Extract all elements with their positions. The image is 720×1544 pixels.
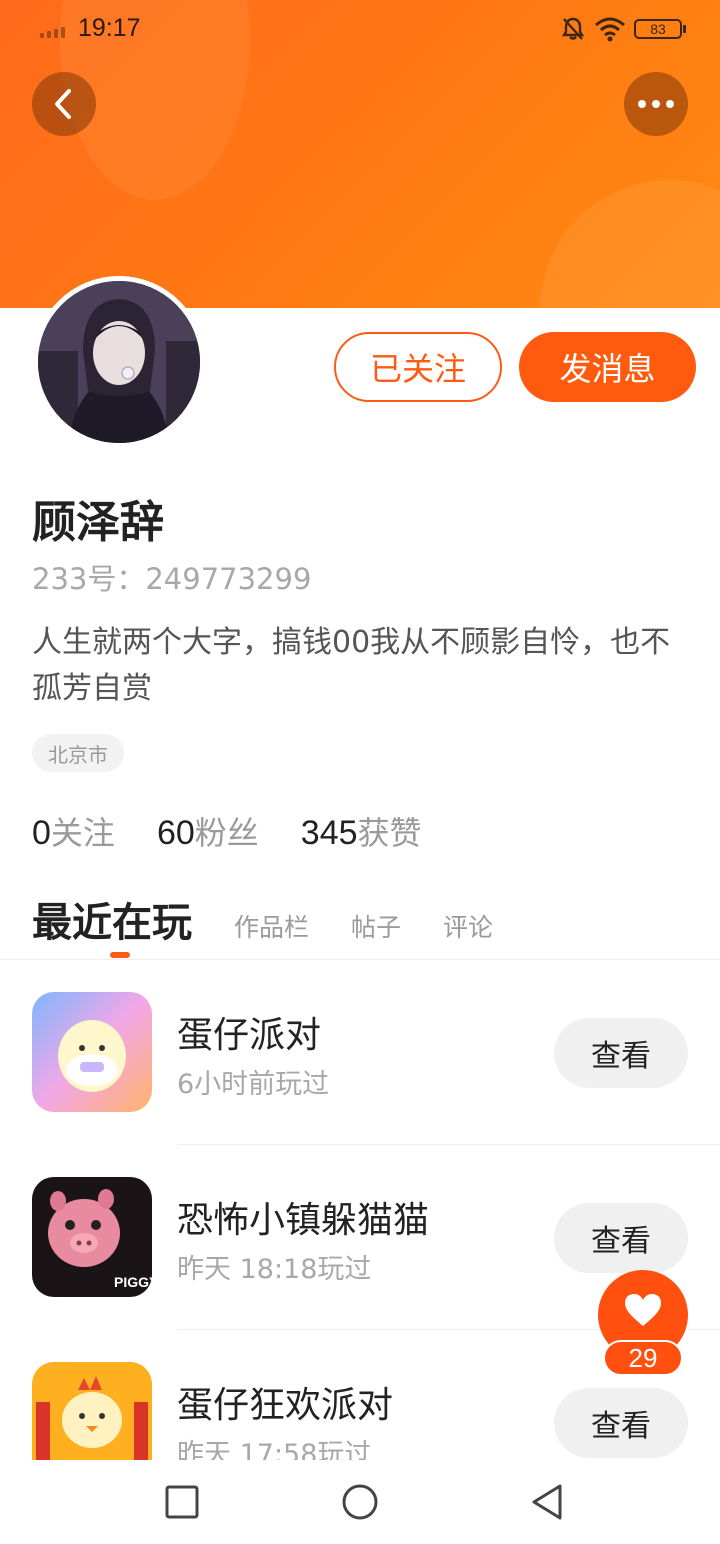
followed-button[interactable]: 已关注 (334, 332, 502, 402)
piggy-icon-text: PIGGY (114, 1274, 152, 1290)
user-bio: 人生就两个大字，搞钱00我从不顾影自怜，也不孤芳自赏 (32, 625, 671, 706)
game-last-played: 6小时前玩过 (177, 1069, 330, 1100)
game-title: 蛋仔狂欢派对 (177, 1385, 394, 1426)
mute-bell-icon (561, 17, 585, 40)
send-message-button[interactable]: 发消息 (519, 332, 696, 402)
view-button[interactable]: 查看 (554, 1018, 688, 1088)
back-triangle-icon[interactable] (528, 1482, 568, 1522)
stat-fans[interactable]: 60粉丝 (157, 808, 259, 854)
game-last-played: 昨天 18:18玩过 (177, 1254, 372, 1285)
tab-recently-played[interactable]: 最近在玩 (32, 890, 192, 958)
chevron-left-icon (55, 89, 71, 119)
back-button[interactable] (32, 72, 96, 136)
list-item[interactable]: 蛋仔狂欢派对 昨天 17:58玩过 查看 (0, 1362, 720, 1460)
view-button[interactable]: 查看 (554, 1203, 688, 1273)
more-dots-icon (638, 100, 674, 108)
tab-comments[interactable]: 评论 (443, 908, 493, 944)
status-bar: 19:17 83 (0, 0, 720, 58)
battery-indicator: 83 (634, 19, 686, 39)
list-item[interactable]: 蛋仔派对 6小时前玩过 查看 (0, 992, 720, 1177)
like-count-badge: 29 (603, 1340, 683, 1376)
divider (0, 959, 720, 960)
tab-works[interactable]: 作品栏 (234, 908, 309, 944)
tab-posts[interactable]: 帖子 (351, 908, 401, 944)
stat-likes[interactable]: 345获赞 (301, 808, 422, 854)
game-last-played: 昨天 17:58玩过 (177, 1439, 372, 1460)
user-id: 233号：249773299 (32, 562, 312, 596)
profile-tabs: 最近在玩 作品栏 帖子 评论 (32, 890, 493, 958)
game-title: 蛋仔派对 (177, 1015, 322, 1056)
game-icon-piggy: PIGGY (32, 1177, 152, 1297)
recents-square-icon[interactable] (162, 1482, 202, 1522)
profile-stats: 0关注 60粉丝 345获赞 (32, 808, 422, 854)
status-time: 19:17 (78, 14, 141, 42)
game-icon-eggy-party (32, 992, 152, 1112)
game-title: 恐怖小镇躲猫猫 (177, 1200, 430, 1241)
more-options-button[interactable] (624, 72, 688, 136)
avatar-image (38, 281, 200, 443)
stat-following[interactable]: 0关注 (32, 808, 115, 854)
view-button[interactable]: 查看 (554, 1388, 688, 1458)
system-nav-bar (0, 1460, 720, 1544)
divider (177, 1144, 720, 1145)
location-tag: 北京市 (32, 734, 124, 772)
username: 顾泽辞 (32, 497, 164, 548)
wifi-icon (595, 17, 625, 42)
signal-icon (40, 24, 72, 38)
game-icon-eggy-carnival (32, 1362, 152, 1460)
heart-icon (625, 1294, 661, 1326)
home-circle-icon[interactable] (340, 1482, 380, 1522)
avatar[interactable] (33, 276, 205, 448)
